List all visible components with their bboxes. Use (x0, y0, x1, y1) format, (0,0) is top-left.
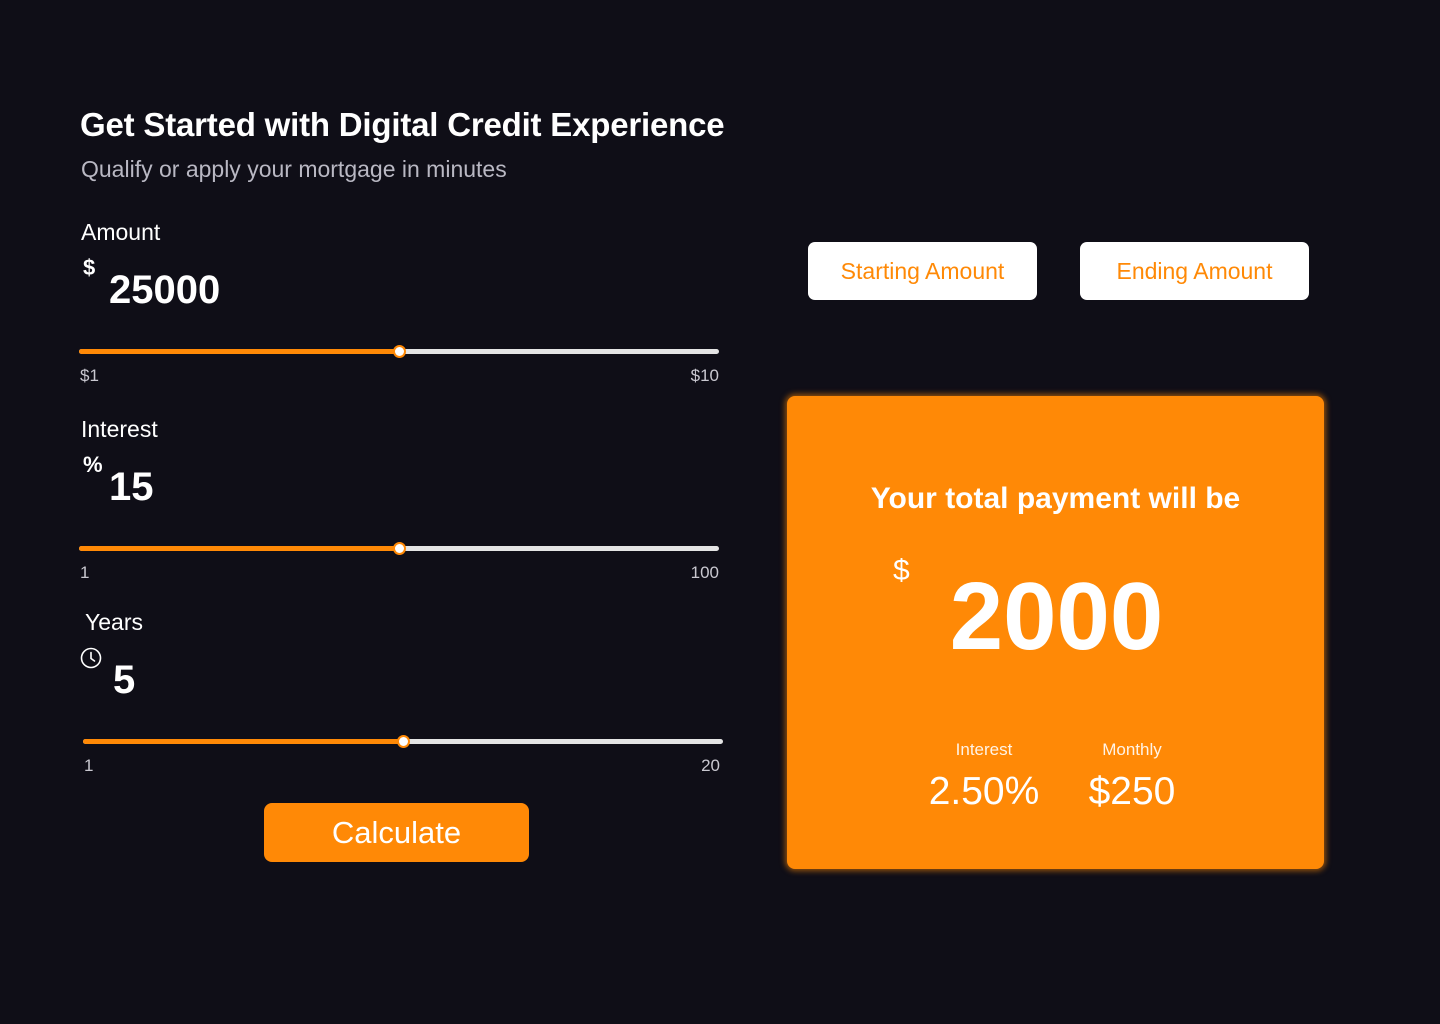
amount-slider-thumb[interactable] (393, 345, 406, 358)
interest-min-label: 1 (80, 563, 90, 582)
interest-label: Interest (81, 416, 158, 442)
interest-slider-fill (79, 546, 399, 551)
dollar-icon: $ (83, 255, 96, 280)
result-card: Your total payment will be $ 2000 Intere… (787, 396, 1324, 869)
amount-min-label: $1 (80, 366, 99, 385)
interest-max-label: 100 (690, 563, 719, 582)
interest-slider[interactable] (79, 541, 719, 555)
interest-slider-thumb[interactable] (393, 542, 406, 555)
amount-value: 25000 (109, 268, 221, 312)
result-interest-label: Interest (955, 740, 1013, 759)
years-min-label: 1 (84, 756, 94, 775)
years-slider-fill (83, 739, 403, 744)
page-subtitle: Qualify or apply your mortgage in minute… (81, 156, 507, 182)
result-monthly-label: Monthly (1102, 740, 1162, 759)
result-monthly-value: $250 (1088, 770, 1176, 813)
years-max-label: 20 (701, 756, 720, 775)
result-total-amount: 2000 (949, 563, 1164, 670)
mortgage-calculator-page: Get Started with Digital Credit Experien… (0, 0, 1440, 1024)
interest-value: 15 (109, 465, 154, 509)
amount-slider-fill (79, 349, 399, 354)
years-label: Years (85, 609, 143, 635)
amount-max-label: $10 (690, 366, 719, 385)
amount-label: Amount (81, 219, 161, 245)
amount-slider[interactable] (79, 344, 719, 358)
clock-icon (80, 647, 102, 669)
page-title: Get Started with Digital Credit Experien… (80, 106, 725, 143)
result-interest-value: 2.50% (928, 770, 1040, 813)
ending-amount-button[interactable]: Ending Amount (1080, 242, 1309, 300)
years-value: 5 (113, 658, 136, 702)
years-slider-thumb[interactable] (397, 735, 410, 748)
calculate-button[interactable]: Calculate (264, 803, 529, 862)
percent-icon: % (83, 452, 103, 477)
starting-amount-button[interactable]: Starting Amount (808, 242, 1037, 300)
years-slider[interactable] (83, 734, 723, 748)
result-heading: Your total payment will be (870, 482, 1241, 515)
